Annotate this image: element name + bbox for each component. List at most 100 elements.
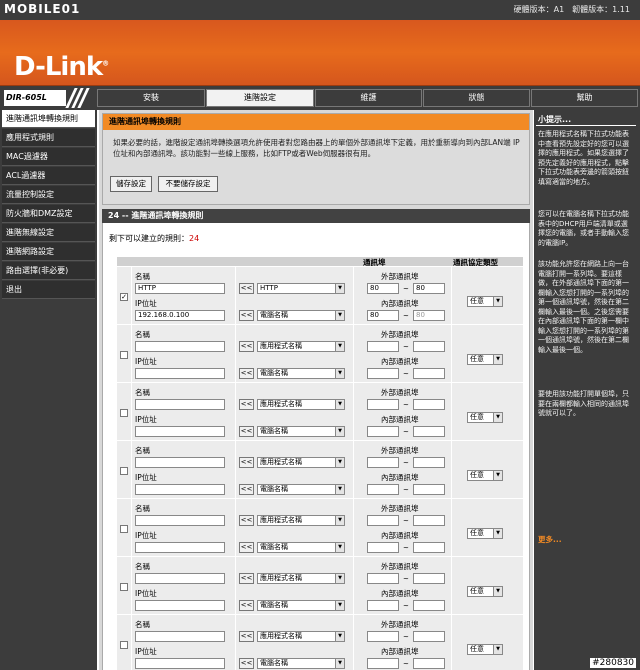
external-port-end[interactable] [413, 515, 445, 526]
apply-app-button[interactable]: << [239, 515, 254, 526]
dont-save-button[interactable]: 不要儲存設定 [158, 176, 218, 192]
external-port-end[interactable] [413, 631, 445, 642]
rule-name-input[interactable] [135, 341, 225, 352]
external-port-start[interactable] [367, 573, 399, 584]
internal-port-end[interactable] [413, 484, 445, 495]
protocol-select[interactable]: 任意 ▼ [467, 296, 503, 307]
protocol-select[interactable]: 任意 ▼ [467, 354, 503, 365]
tab-help[interactable]: 幫助 [531, 89, 638, 107]
ip-address-input[interactable] [135, 542, 225, 553]
sidebar-item-advanced-wireless[interactable]: 進階無線設定 [2, 224, 95, 242]
ip-address-input[interactable] [135, 426, 225, 437]
external-port-end[interactable] [413, 457, 445, 468]
external-port-start[interactable] [367, 399, 399, 410]
internal-port-start[interactable] [367, 658, 399, 669]
internal-port-start[interactable]: 80 [367, 310, 399, 321]
apply-computer-button[interactable]: << [239, 368, 254, 379]
application-select[interactable]: 應用程式名稱 ▼ [257, 399, 345, 410]
sidebar-item-logout[interactable]: 退出 [2, 281, 95, 299]
internal-port-start[interactable] [367, 426, 399, 437]
apply-app-button[interactable]: << [239, 399, 254, 410]
ip-address-input[interactable]: 192.168.0.100 [135, 310, 225, 321]
ip-address-input[interactable] [135, 600, 225, 611]
save-button[interactable]: 儲存設定 [110, 176, 152, 192]
application-select[interactable]: 應用程式名稱 ▼ [257, 515, 345, 526]
apply-computer-button[interactable]: << [239, 658, 254, 669]
external-port-end[interactable] [413, 399, 445, 410]
computer-select[interactable]: 電腦名稱 ▼ [257, 542, 345, 553]
external-port-start[interactable] [367, 341, 399, 352]
rule-name-input[interactable] [135, 631, 225, 642]
ip-address-input[interactable] [135, 484, 225, 495]
rule-name-input[interactable] [135, 399, 225, 410]
sidebar-item-routing[interactable]: 路由選擇(非必要) [2, 262, 95, 280]
internal-port-end[interactable] [413, 600, 445, 611]
internal-port-end[interactable] [413, 426, 445, 437]
internal-port-end[interactable]: 80 [413, 310, 445, 321]
sidebar-item-acl-filter[interactable]: ACL過濾器 [2, 167, 95, 185]
internal-port-end[interactable] [413, 542, 445, 553]
enable-checkbox[interactable] [120, 409, 128, 417]
tab-advanced[interactable]: 進階設定 [206, 89, 314, 107]
apply-computer-button[interactable]: << [239, 310, 254, 321]
sidebar-item-port-forwarding[interactable]: 進階通訊埠轉換規則 [2, 110, 95, 128]
internal-port-start[interactable] [367, 484, 399, 495]
sidebar-item-traffic-control[interactable]: 流量控制設定 [2, 186, 95, 204]
enable-checkbox[interactable] [120, 351, 128, 359]
internal-port-start[interactable] [367, 542, 399, 553]
tab-maintenance[interactable]: 維護 [315, 89, 422, 107]
enable-checkbox[interactable] [120, 467, 128, 475]
protocol-select[interactable]: 任意 ▼ [467, 528, 503, 539]
external-port-start[interactable]: 80 [367, 283, 399, 294]
rule-name-input[interactable] [135, 573, 225, 584]
external-port-end[interactable] [413, 573, 445, 584]
sidebar-item-advanced-network[interactable]: 進階網路設定 [2, 243, 95, 261]
apply-computer-button[interactable]: << [239, 484, 254, 495]
apply-app-button[interactable]: << [239, 573, 254, 584]
apply-computer-button[interactable]: << [239, 426, 254, 437]
external-port-start[interactable] [367, 515, 399, 526]
enable-checkbox[interactable] [120, 641, 128, 649]
internal-port-end[interactable] [413, 368, 445, 379]
application-select[interactable]: HTTP ▼ [257, 283, 345, 294]
tab-setup[interactable]: 安裝 [97, 89, 205, 107]
application-select[interactable]: 應用程式名稱 ▼ [257, 631, 345, 642]
computer-select[interactable]: 電腦名稱 ▼ [257, 368, 345, 379]
apply-app-button[interactable]: << [239, 457, 254, 468]
application-select[interactable]: 應用程式名稱 ▼ [257, 573, 345, 584]
enable-checkbox[interactable] [120, 583, 128, 591]
internal-port-end[interactable] [413, 658, 445, 669]
internal-port-start[interactable] [367, 600, 399, 611]
tab-status[interactable]: 狀態 [423, 89, 530, 107]
enable-checkbox[interactable]: ✓ [120, 293, 128, 301]
apply-app-button[interactable]: << [239, 631, 254, 642]
protocol-select[interactable]: 任意 ▼ [467, 586, 503, 597]
external-port-start[interactable] [367, 457, 399, 468]
rule-name-input[interactable]: HTTP [135, 283, 225, 294]
application-select[interactable]: 應用程式名稱 ▼ [257, 341, 345, 352]
computer-select[interactable]: 電腦名稱 ▼ [257, 310, 345, 321]
apply-computer-button[interactable]: << [239, 542, 254, 553]
rule-name-input[interactable] [135, 457, 225, 468]
external-port-start[interactable] [367, 631, 399, 642]
computer-select[interactable]: 電腦名稱 ▼ [257, 484, 345, 495]
internal-port-start[interactable] [367, 368, 399, 379]
ip-address-input[interactable] [135, 368, 225, 379]
apply-computer-button[interactable]: << [239, 600, 254, 611]
sidebar-item-application-rules[interactable]: 應用程式規則 [2, 129, 95, 147]
sidebar-item-firewall-dmz[interactable]: 防火牆和DMZ設定 [2, 205, 95, 223]
apply-app-button[interactable]: << [239, 341, 254, 352]
sidebar-item-mac-filter[interactable]: MAC過濾器 [2, 148, 95, 166]
computer-select[interactable]: 電腦名稱 ▼ [257, 426, 345, 437]
external-port-end[interactable]: 80 [413, 283, 445, 294]
protocol-select[interactable]: 任意 ▼ [467, 644, 503, 655]
ip-address-input[interactable] [135, 658, 225, 669]
more-link[interactable]: 更多... [538, 534, 562, 545]
computer-select[interactable]: 電腦名稱 ▼ [257, 600, 345, 611]
application-select[interactable]: 應用程式名稱 ▼ [257, 457, 345, 468]
computer-select[interactable]: 電腦名稱 ▼ [257, 658, 345, 669]
external-port-end[interactable] [413, 341, 445, 352]
rule-name-input[interactable] [135, 515, 225, 526]
apply-app-button[interactable]: << [239, 283, 254, 294]
enable-checkbox[interactable] [120, 525, 128, 533]
